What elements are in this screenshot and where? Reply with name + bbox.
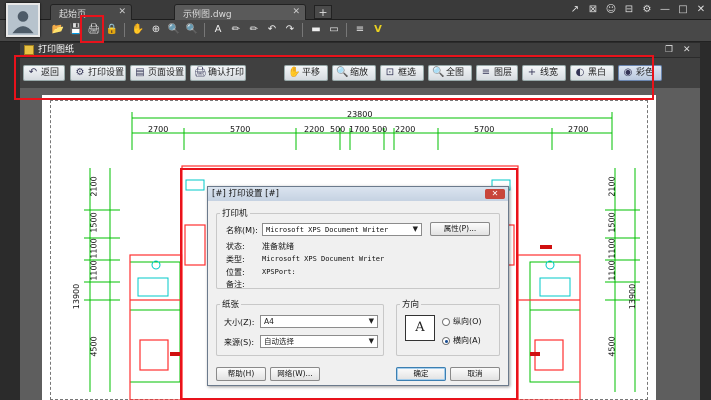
dimension-total-right: 13900 <box>628 283 638 310</box>
dimension-label: 2700 <box>568 125 589 134</box>
dimension-label: 2700 <box>148 125 169 134</box>
dimension-label: 5700 <box>230 125 251 134</box>
dimension-total-left: 13900 <box>72 283 82 310</box>
dimension-label: 500 <box>372 125 388 134</box>
dialog-highlight <box>180 168 518 400</box>
dimension-label: 1500 <box>607 212 617 233</box>
dimension-label: 2200 <box>395 125 416 134</box>
dimension-label: 500 <box>330 125 346 134</box>
dimension-label: 1100 <box>607 260 617 281</box>
dimension-label: 2100 <box>607 176 617 197</box>
dimension-label: 1100 <box>89 260 99 281</box>
dimension-label: 1500 <box>89 212 99 233</box>
print-toolbar-highlight <box>14 55 654 100</box>
dimension-label: 2100 <box>89 176 99 197</box>
print-button-highlight <box>80 15 104 43</box>
dimension-label: 2200 <box>304 125 325 134</box>
dimension-label: 4500 <box>89 336 99 357</box>
avatar[interactable] <box>6 3 40 37</box>
dimension-label: 1100 <box>89 238 99 259</box>
dimension-total-top: 23800 <box>347 110 373 119</box>
dimension-label: 1100 <box>607 238 617 259</box>
dimension-label: 4500 <box>607 336 617 357</box>
dimension-label: 1700 <box>349 125 370 134</box>
user-avatar-icon <box>8 5 38 35</box>
dimension-label: 5700 <box>474 125 495 134</box>
